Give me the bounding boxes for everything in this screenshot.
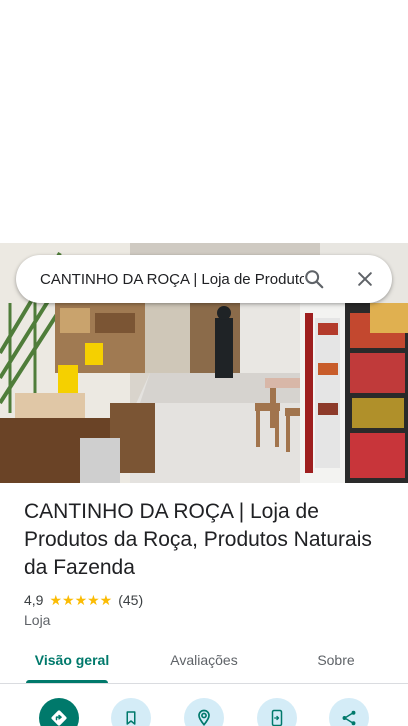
save-button[interactable] — [111, 698, 151, 726]
place-details-screen: CANTINHO DA ROÇA | Loja de Produtos da R… — [0, 0, 408, 726]
place-title: CANTINHO DA ROÇA | Loja de Produtos da R… — [24, 500, 372, 579]
directions-button[interactable] — [39, 698, 79, 726]
share-icon — [342, 710, 356, 726]
place-category[interactable]: Loja — [24, 611, 50, 629]
rating-row[interactable]: 4,9 ★★★★★ (45) — [24, 591, 143, 609]
bookmark-icon — [126, 711, 136, 725]
directions-icon — [51, 710, 67, 726]
tab-bar: Visão geral Avaliações Sobre — [0, 640, 408, 684]
close-icon[interactable] — [353, 267, 377, 291]
tab-overview[interactable]: Visão geral — [20, 640, 124, 684]
tab-about[interactable]: Sobre — [288, 640, 384, 684]
search-input[interactable]: CANTINHO DA ROÇA | Loja de Produtos da R… — [40, 269, 304, 291]
search-icon[interactable] — [302, 267, 326, 291]
tab-reviews[interactable]: Avaliações — [152, 640, 256, 684]
share-button[interactable] — [329, 698, 369, 726]
review-count[interactable]: (45) — [118, 592, 143, 608]
star-rating-icon: ★★★★★ — [49, 591, 113, 608]
rating-value: 4,9 — [24, 592, 44, 608]
active-tab-indicator — [26, 680, 108, 683]
nearby-button[interactable] — [184, 698, 224, 726]
send-to-phone-icon — [271, 709, 283, 726]
search-bar[interactable]: CANTINHO DA ROÇA | Loja de Produtos da R… — [16, 255, 392, 303]
nearby-icon — [198, 709, 210, 726]
send-to-phone-button[interactable] — [257, 698, 297, 726]
